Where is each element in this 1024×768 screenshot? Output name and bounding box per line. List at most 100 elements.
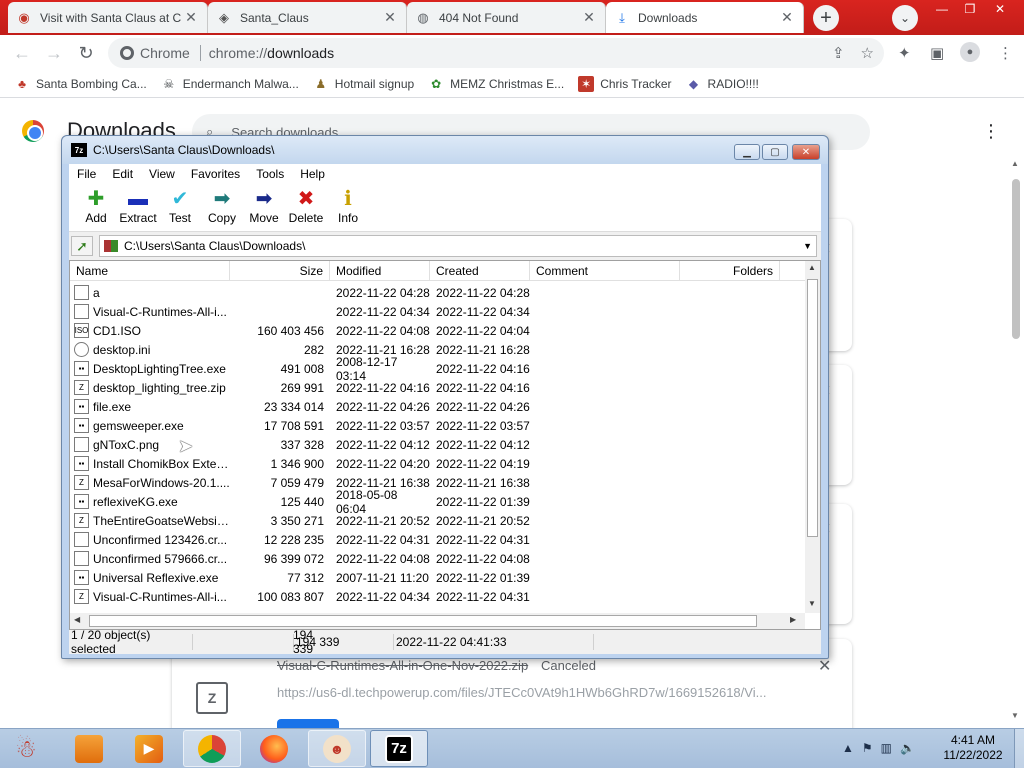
column-modified[interactable]: Modified [330,261,430,280]
tab-santa-visit[interactable]: ◉ Visit with Santa Claus at C ✕ [8,2,208,33]
move-button[interactable]: ➡ Move [243,184,285,231]
reload-button[interactable]: ↻ [71,38,101,68]
scroll-up-icon[interactable]: ▲ [808,263,816,272]
path-combobox[interactable]: C:\Users\Santa Claus\Downloads\ ▼ [99,235,817,257]
bookmark-radio[interactable]: ◆ RADIO!!!! [686,76,759,92]
extract-button[interactable]: ▬ Extract [117,184,159,231]
taskbar-firefox[interactable] [245,730,303,767]
table-row[interactable]: Z TheEntireGoatseWebsit... 3 350 271 2022-1… [70,511,805,530]
close-icon[interactable]: ✕ [581,9,597,26]
back-button[interactable]: ← [7,38,37,68]
close-icon[interactable]: ✕ [779,9,795,26]
bookmark-chris-tracker[interactable]: ✶ Chris Tracker [578,76,672,92]
close-window-button[interactable]: ✕ [986,0,1014,18]
tab-404[interactable]: ◍ 404 Not Found ✕ [407,2,606,33]
taskbar-chrome[interactable] [183,730,241,767]
kebab-menu-icon[interactable]: ⋮ [982,121,1000,142]
table-row[interactable]: Unconfirmed 579666.cr... 96 399 072 2022-1… [70,549,805,568]
test-button[interactable]: ✔ Test [159,184,201,231]
download-url[interactable]: https://us6-dl.techpowerup.com/files/JTE… [277,685,777,700]
bookmark-memz[interactable]: ✿ MEMZ Christmas E... [428,76,564,92]
table-row[interactable]: ▪▪ gemsweeper.exe 17 708 591 2022-11-22 03:… [70,416,805,435]
info-button[interactable]: ℹ Info [327,184,369,231]
menu-help[interactable]: Help [292,167,333,181]
table-row[interactable]: Z MesaForWindows-20.1.... 7 059 479 2022-11… [70,473,805,492]
network-icon[interactable]: ▥ [881,741,892,755]
show-desktop-button[interactable] [1014,729,1024,768]
close-icon[interactable]: ✕ [382,9,398,26]
menu-view[interactable]: View [141,167,183,181]
maximize-button[interactable]: ▢ [762,144,788,160]
column-size[interactable]: Size [230,261,330,280]
scroll-left-icon[interactable]: ◀ [74,615,80,624]
close-icon[interactable]: ✕ [183,9,199,26]
volume-icon[interactable]: 🔈 [900,741,915,755]
scroll-down-icon[interactable]: ▼ [808,599,816,608]
taskbar-explorer[interactable] [60,730,118,767]
bookmark-santa-bombing[interactable]: ♣ Santa Bombing Ca... [14,76,147,92]
address-bar[interactable]: Chrome chrome://downloads ⇪ ☆ [108,38,884,68]
table-row[interactable]: Z Visual-C-Runtimes-All-i... 100 083 807 20… [70,587,805,606]
menu-tools[interactable]: Tools [248,167,292,181]
menu-edit[interactable]: Edit [104,167,141,181]
column-folders[interactable]: Folders [680,261,780,280]
dropdown-arrow-icon[interactable]: ▼ [803,241,812,251]
table-row[interactable]: Zdesktop_lighting_tree.zip 269 991 2022-11… [70,378,805,397]
close-icon[interactable]: ✕ [818,656,831,676]
column-created[interactable]: Created [430,261,530,280]
scrollbar-thumb[interactable] [807,279,818,537]
scrollbar-thumb[interactable] [1012,179,1020,339]
restore-button[interactable]: ❐ [956,0,984,18]
forward-button[interactable]: → [39,38,69,68]
bookmark-endermanch[interactable]: ☠ Endermanch Malwa... [161,76,298,92]
delete-button[interactable]: ✖ Delete [285,184,327,231]
minimize-button[interactable]: ▁ [734,144,760,160]
table-row[interactable]: desktop.ini 282 2022-11-21 16:28 2022-11-21… [70,340,805,359]
new-tab-button[interactable]: + [813,5,839,31]
profile-avatar[interactable]: ● [960,42,980,62]
table-row[interactable]: ISO CD1.ISO 160 403 456 2022-11-22 04:08 202… [70,321,805,340]
bookmark-hotmail[interactable]: ♟ Hotmail signup [313,76,414,92]
scroll-down-icon[interactable]: ▼ [1011,711,1019,720]
tab-downloads[interactable]: ⤓ Downloads ✕ [606,2,804,33]
table-row[interactable]: ▪▪ file.exe 23 334 014 2022-11-22 04:26 2022… [70,397,805,416]
kebab-menu-icon[interactable]: ⋮ [998,44,1013,62]
side-panel-icon[interactable]: ▣ [930,44,944,62]
vertical-scrollbar[interactable]: ▲ ▼ [805,261,820,613]
column-comment[interactable]: Comment [530,261,680,280]
show-hidden-icons-icon[interactable]: ▲ [842,741,854,755]
horizontal-scrollbar[interactable]: ◀ ▶ [70,613,805,629]
clock[interactable]: 4:41 AM 11/22/2022 [938,733,1008,763]
taskbar-santa-app[interactable]: ☻ [308,730,366,767]
column-name[interactable]: Name [70,261,230,280]
page-scrollbar[interactable]: ▲ ▼ [1010,159,1022,720]
minimize-button[interactable]: — [928,0,956,18]
retry-button[interactable] [277,719,339,728]
taskbar-7zip[interactable]: 7z [370,730,428,767]
scrollbar-thumb[interactable] [89,615,757,627]
add-button[interactable]: ✚ Add [75,184,117,231]
scroll-right-icon[interactable]: ▶ [790,615,796,624]
taskbar-media[interactable]: ▶ [120,730,178,767]
menu-favorites[interactable]: Favorites [183,167,248,181]
scroll-up-icon[interactable]: ▲ [1011,159,1019,168]
7zip-titlebar[interactable]: 7z C:\Users\Santa Claus\Downloads\ [62,136,828,164]
star-icon[interactable]: ☆ [861,44,874,62]
table-row[interactable]: Unconfirmed 123426.cr... 12 228 235 2022-1… [70,530,805,549]
site-info[interactable]: Chrome [120,45,201,61]
up-folder-button[interactable]: ➚ [71,236,93,256]
table-row[interactable]: ▪▪ reflexiveKG.exe 125 440 2018-05-08 06:04… [70,488,805,516]
tab-santa-claus[interactable]: ◈ Santa_Claus ✕ [208,2,407,33]
close-window-button[interactable]: ✕ [792,144,820,160]
download-file-name[interactable]: Visual-C-Runtimes-All-in-One-Nov-2022.zi… [277,658,528,673]
tab-search-button[interactable]: ⌄ [892,5,918,31]
table-row[interactable]: Visual-C-Runtimes-All-i... 2022-11-22 04:… [70,302,805,321]
copy-button[interactable]: ➡ Copy [201,184,243,231]
extensions-icon[interactable]: ✦ [898,44,911,62]
menu-file[interactable]: File [69,167,104,181]
table-row[interactable]: ▪▪ DesktopLightingTree.exe 491 008 2008-12-… [70,355,805,383]
start-button[interactable]: ☃ [6,731,46,767]
table-row[interactable]: a 2022-11-22 04:28 2022-11-22 04:28 [70,283,805,302]
table-row[interactable]: ▪▪ Universal Reflexive.exe 77 312 2007-11-2… [70,568,805,587]
action-center-icon[interactable]: ⚑ [862,741,873,755]
